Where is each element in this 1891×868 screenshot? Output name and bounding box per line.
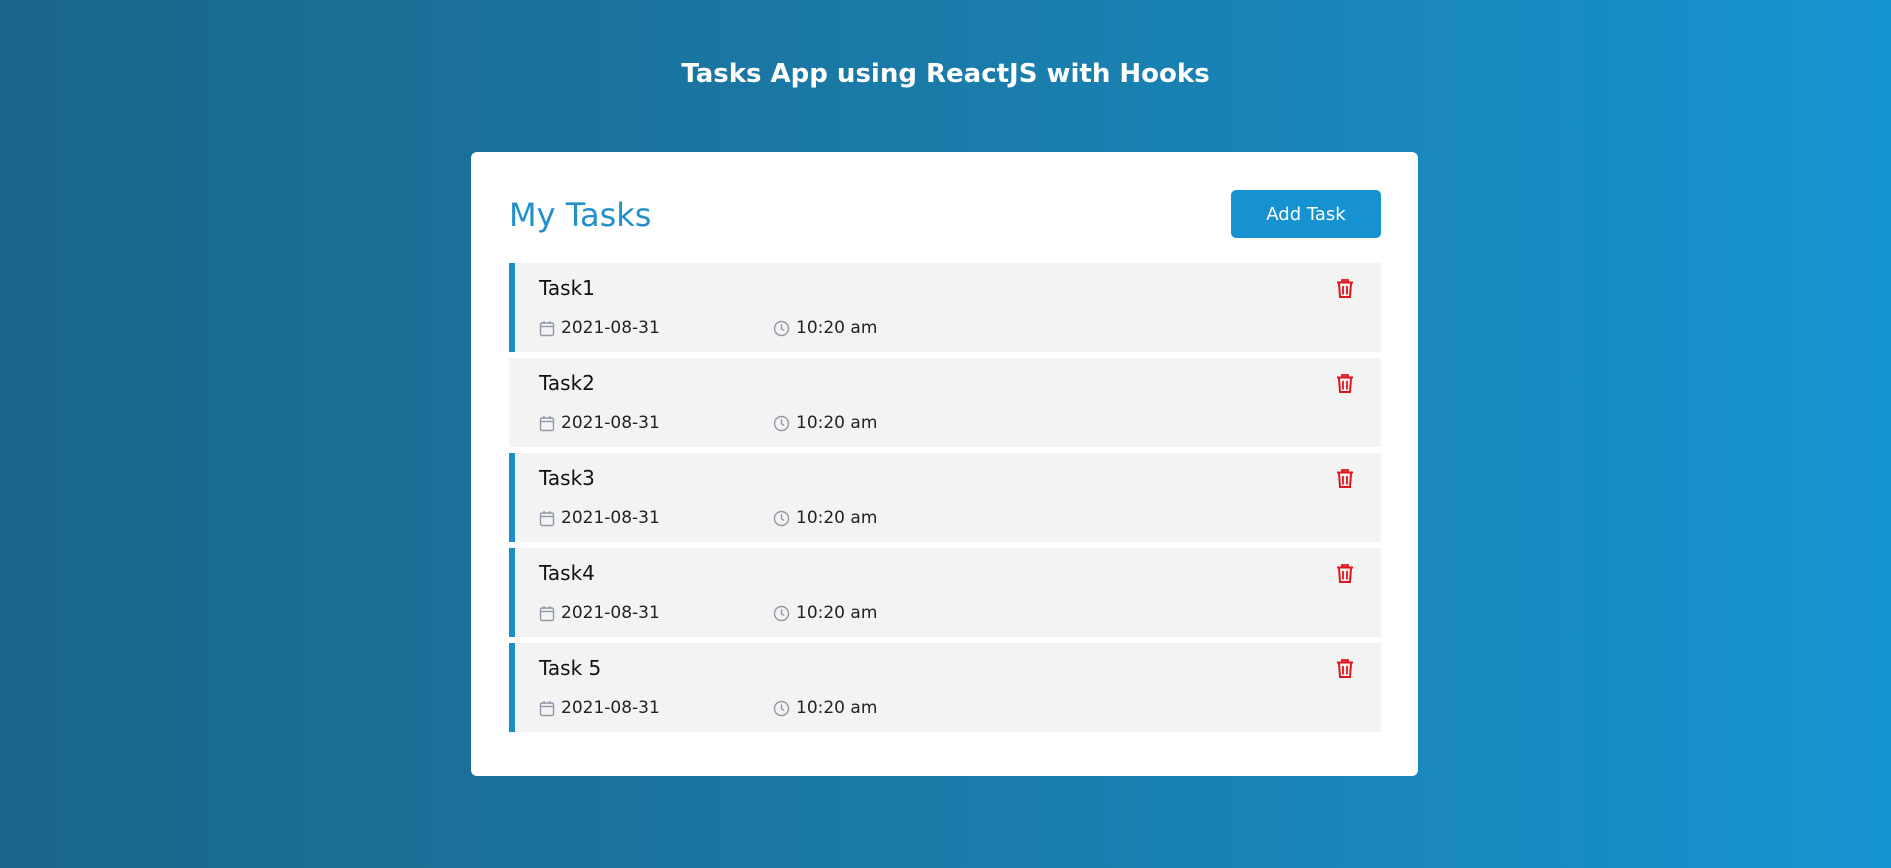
card-title: My Tasks [509, 196, 652, 234]
calendar-icon [539, 700, 555, 716]
task-date: 2021-08-31 [539, 696, 660, 720]
tasks-card: My Tasks Add Task Task1 2021-08-31 10:20… [471, 152, 1418, 776]
task-item[interactable]: Task 5 2021-08-31 10:20 am [509, 643, 1381, 732]
task-date-text: 2021-08-31 [561, 318, 660, 338]
task-item[interactable]: Task1 2021-08-31 10:20 am [509, 263, 1381, 352]
task-name: Task2 [539, 371, 595, 395]
task-date: 2021-08-31 [539, 411, 660, 435]
task-time: 10:20 am [773, 696, 877, 720]
task-item[interactable]: Task2 2021-08-31 10:20 am [509, 358, 1381, 447]
task-list: Task1 2021-08-31 10:20 am Task2 2021-08-… [509, 263, 1381, 738]
clock-icon [773, 510, 790, 526]
task-date: 2021-08-31 [539, 506, 660, 530]
calendar-icon [539, 320, 555, 336]
trash-icon[interactable] [1333, 562, 1357, 586]
clock-icon [773, 605, 790, 621]
task-time-text: 10:20 am [796, 413, 878, 433]
task-item[interactable]: Task4 2021-08-31 10:20 am [509, 548, 1381, 637]
calendar-icon [539, 510, 555, 526]
task-time-text: 10:20 am [796, 603, 878, 623]
task-time-text: 10:20 am [796, 698, 878, 718]
task-date: 2021-08-31 [539, 316, 660, 340]
trash-icon[interactable] [1333, 467, 1357, 491]
task-time: 10:20 am [773, 316, 877, 340]
trash-icon[interactable] [1333, 657, 1357, 681]
task-date: 2021-08-31 [539, 601, 660, 625]
add-task-button[interactable]: Add Task [1231, 190, 1381, 238]
task-name: Task1 [539, 276, 595, 300]
task-time-text: 10:20 am [796, 508, 878, 528]
trash-icon[interactable] [1333, 277, 1357, 301]
task-time: 10:20 am [773, 411, 877, 435]
task-date-text: 2021-08-31 [561, 413, 660, 433]
task-time: 10:20 am [773, 601, 877, 625]
clock-icon [773, 415, 790, 431]
task-time: 10:20 am [773, 506, 877, 530]
task-date-text: 2021-08-31 [561, 698, 660, 718]
clock-icon [773, 700, 790, 716]
trash-icon[interactable] [1333, 372, 1357, 396]
clock-icon [773, 320, 790, 336]
app-title: Tasks App using ReactJS with Hooks [681, 59, 1210, 89]
task-name: Task 5 [539, 656, 602, 680]
task-item[interactable]: Task3 2021-08-31 10:20 am [509, 453, 1381, 542]
task-name: Task4 [539, 561, 595, 585]
calendar-icon [539, 415, 555, 431]
task-date-text: 2021-08-31 [561, 603, 660, 623]
calendar-icon [539, 605, 555, 621]
task-name: Task3 [539, 466, 595, 490]
task-time-text: 10:20 am [796, 318, 878, 338]
task-date-text: 2021-08-31 [561, 508, 660, 528]
